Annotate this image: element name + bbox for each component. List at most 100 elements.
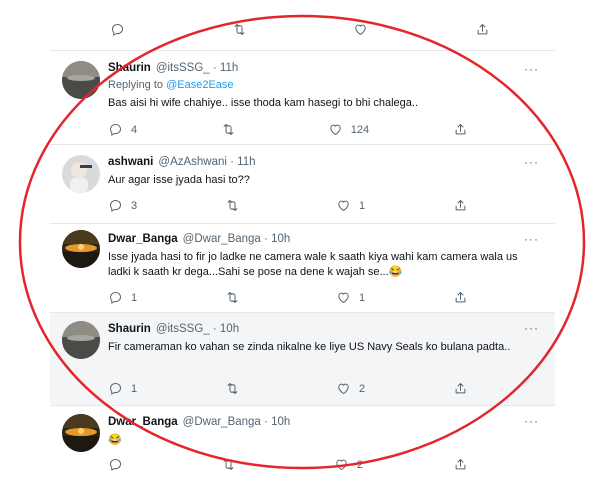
like-count: 2 (356, 458, 364, 471)
timestamp[interactable]: · 10h (264, 233, 290, 245)
like-icon (334, 457, 349, 472)
timestamp[interactable]: · 10h (264, 416, 290, 428)
avatar[interactable] (62, 321, 100, 359)
replying-to-link[interactable]: @Ease2Ease (166, 79, 233, 91)
reply-button[interactable]: 1 (108, 381, 137, 396)
reply-thread: ··· Shaurin @itsSSG_ · 11h Replying to @E… (50, 0, 555, 478)
tweet-text: Aur agar isse jyada hasi to?? (108, 174, 250, 186)
tweet-actions: 1 2 (108, 381, 468, 396)
tweet-text: Bas aisi hi wife chahiye.. isse thoda ka… (108, 97, 419, 109)
like-icon (336, 290, 351, 305)
reply-button[interactable] (110, 22, 133, 37)
like-button[interactable]: 124 (328, 122, 369, 137)
user-handle[interactable]: @itsSSG_ (156, 62, 210, 74)
reply-button[interactable]: 4 (108, 122, 137, 137)
avatar[interactable] (62, 61, 100, 99)
tweet-header: Dwar_Banga @Dwar_Banga · 10h (108, 233, 541, 245)
reply-count: 3 (131, 199, 138, 212)
tweet-actions: 3 1 (108, 198, 468, 213)
tweet-text: Fir cameraman ko vahan se zinda nikalne … (108, 341, 511, 353)
like-count: 2 (358, 382, 366, 395)
user-handle[interactable]: @Dwar_Banga (183, 233, 261, 245)
display-name[interactable]: ashwani (108, 156, 153, 168)
retweet-icon (225, 381, 240, 396)
display-name[interactable]: Dwar_Banga (108, 416, 178, 428)
display-name[interactable]: Dwar_Banga (108, 233, 178, 245)
display-name[interactable]: Shaurin (108, 62, 151, 74)
parent-tweet-actions (110, 22, 490, 37)
display-name[interactable]: Shaurin (108, 323, 151, 335)
reply-tweet[interactable]: ··· Shaurin @itsSSG_ · 11h Replying to @E… (50, 52, 555, 144)
tweet-actions: 4 124 (108, 122, 468, 137)
divider (50, 50, 555, 51)
retweet-icon (225, 290, 240, 305)
share-button[interactable] (475, 22, 490, 37)
reply-tweet[interactable]: ··· Shaurin @itsSSG_ · 10h Fir cameraman … (50, 313, 555, 405)
share-button[interactable] (453, 122, 468, 137)
retweet-button[interactable] (232, 22, 255, 37)
retweet-button[interactable] (225, 290, 248, 305)
like-button[interactable] (353, 22, 376, 37)
reply-icon (108, 122, 123, 137)
reply-count: 1 (131, 382, 138, 395)
replying-to-label: Replying to (108, 79, 164, 91)
reply-tweet[interactable]: ··· Dwar_Banga @Dwar_Banga · 10h 😂 2 (50, 406, 555, 478)
share-icon (475, 22, 490, 37)
share-icon (453, 457, 468, 472)
like-button[interactable]: 1 (336, 290, 365, 305)
timestamp[interactable]: · 10h (213, 323, 239, 335)
user-handle[interactable]: @itsSSG_ (156, 323, 210, 335)
reply-count: 1 (131, 291, 138, 304)
tweet-header: Dwar_Banga @Dwar_Banga · 10h (108, 416, 541, 428)
share-icon (453, 381, 468, 396)
tweet-text: 😂 (108, 434, 122, 446)
share-button[interactable] (453, 381, 468, 396)
like-button[interactable]: 1 (336, 198, 365, 213)
avatar[interactable] (62, 155, 100, 193)
reply-icon (108, 198, 123, 213)
like-count: 1 (358, 291, 366, 304)
like-icon (336, 198, 351, 213)
reply-button[interactable] (108, 457, 131, 472)
retweet-button[interactable] (225, 381, 248, 396)
retweet-icon (225, 198, 240, 213)
share-icon (453, 198, 468, 213)
avatar[interactable] (62, 414, 100, 452)
avatar[interactable] (62, 230, 100, 268)
replying-to: Replying to @Ease2Ease (108, 79, 541, 91)
retweet-button[interactable] (221, 457, 244, 472)
retweet-button[interactable] (225, 198, 248, 213)
retweet-icon (232, 22, 247, 37)
like-icon (353, 22, 368, 37)
share-button[interactable] (453, 198, 468, 213)
share-icon (453, 122, 468, 137)
like-count: 1 (358, 199, 366, 212)
retweet-icon (221, 457, 236, 472)
share-button[interactable] (453, 290, 468, 305)
reply-icon (108, 381, 123, 396)
like-button[interactable]: 2 (334, 457, 363, 472)
user-handle[interactable]: @Dwar_Banga (183, 416, 261, 428)
reply-icon (108, 457, 123, 472)
tweet-header: ashwani @AzAshwani · 11h (108, 156, 541, 168)
like-button[interactable]: 2 (336, 381, 365, 396)
timestamp[interactable]: · 11h (213, 62, 238, 74)
share-icon (453, 290, 468, 305)
reply-button[interactable]: 1 (108, 290, 137, 305)
like-icon (336, 381, 351, 396)
tweet-actions: 1 1 (108, 290, 468, 305)
user-handle[interactable]: @AzAshwani (158, 156, 227, 168)
share-button[interactable] (453, 457, 468, 472)
reply-icon (110, 22, 125, 37)
reply-tweet[interactable]: ··· Dwar_Banga @Dwar_Banga · 10h Isse jya… (50, 224, 555, 312)
like-icon (328, 122, 343, 137)
tweet-text: Isse jyada hasi to fir jo ladke ne camer… (108, 251, 518, 278)
reply-icon (108, 290, 123, 305)
retweet-button[interactable] (221, 122, 244, 137)
reply-button[interactable]: 3 (108, 198, 137, 213)
timestamp[interactable]: · 11h (230, 156, 255, 168)
tweet-header: Shaurin @itsSSG_ · 11h (108, 62, 541, 74)
like-count: 124 (350, 123, 370, 136)
reply-count: 4 (131, 123, 138, 136)
reply-tweet[interactable]: ··· ashwani @AzAshwani · 11h Aur agar iss… (50, 145, 555, 223)
